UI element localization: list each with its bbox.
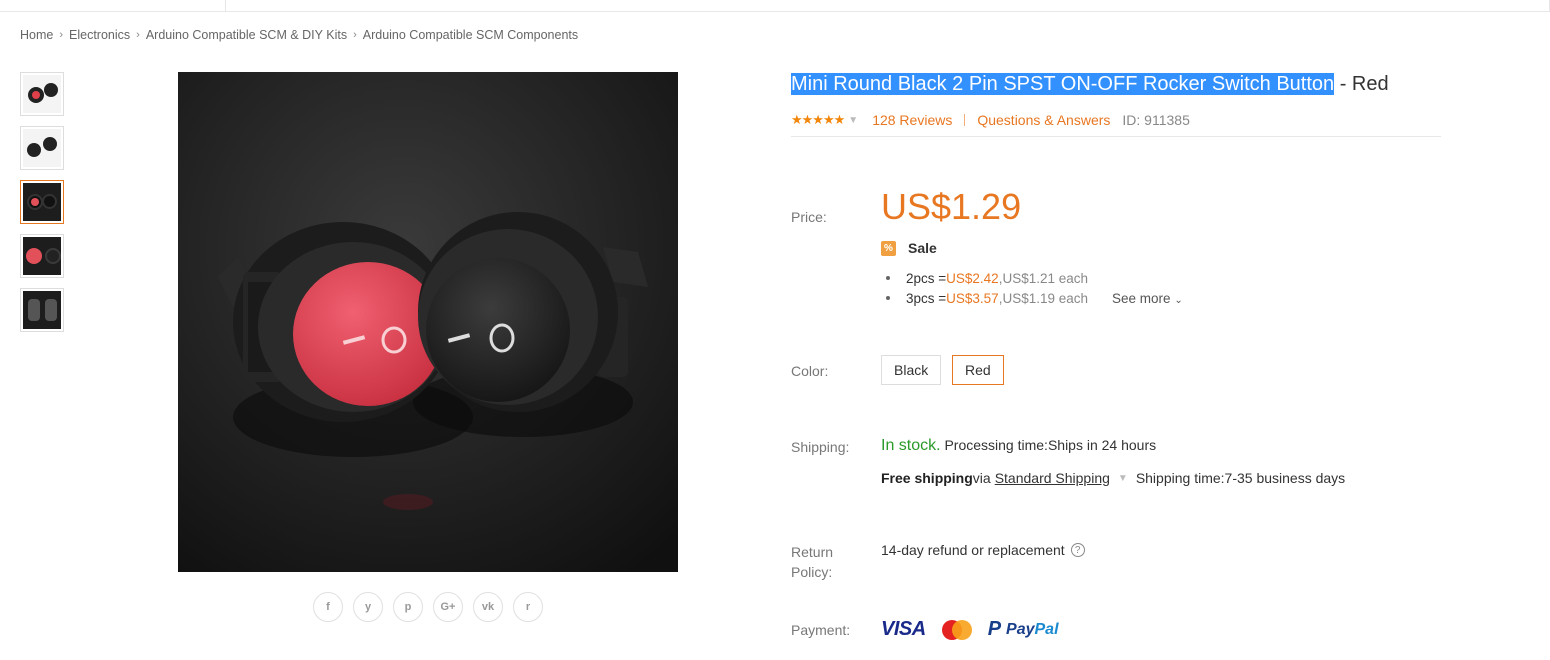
color-option-black[interactable]: Black xyxy=(881,355,942,385)
paypal-logo-icon: P Pay Pal xyxy=(987,618,1059,640)
product-main-image[interactable] xyxy=(178,72,678,572)
visa-logo-icon: VISA xyxy=(881,618,926,640)
tier-price-row: 3pcs = US$3.57 ,US$1.19 each See more ⌄ xyxy=(886,288,1183,308)
breadcrumb-electronics[interactable]: Electronics xyxy=(69,28,130,42)
tier-price-list: 2pcs = US$2.42 ,US$1.21 each 3pcs = US$3.… xyxy=(886,268,1183,308)
product-title: Mini Round Black 2 Pin SPST ON-OFF Rocke… xyxy=(791,73,1389,96)
shipping-method-row: Free shipping via Standard Shipping ▼ Sh… xyxy=(881,470,1345,486)
return-policy-label: Return Policy: xyxy=(791,544,834,580)
twitter-icon[interactable]: y xyxy=(353,592,383,622)
price-value: US$1.29 xyxy=(881,186,1022,227)
top-bar xyxy=(0,0,1550,12)
questions-answers-link[interactable]: Questions & Answers xyxy=(977,112,1110,128)
thumbnail-5[interactable] xyxy=(20,288,64,332)
price-label: Price: xyxy=(791,209,827,225)
vk-icon[interactable]: vk xyxy=(473,592,503,622)
payment-methods: VISA P Pay Pal xyxy=(881,618,1059,641)
thumbnail-2[interactable] xyxy=(20,126,64,170)
chevron-right-icon: › xyxy=(136,29,140,41)
breadcrumb-home[interactable]: Home xyxy=(20,28,53,42)
return-policy: 14-day refund or replacement ? xyxy=(881,542,1085,558)
sale-tag: % Sale xyxy=(881,240,937,256)
thumbnail-list xyxy=(20,72,64,342)
in-stock-text: In stock. xyxy=(881,437,941,454)
facebook-icon[interactable]: f xyxy=(313,592,343,622)
divider xyxy=(791,136,1441,137)
thumbnail-3[interactable] xyxy=(20,180,64,224)
free-shipping-text: Free shipping xyxy=(881,470,973,486)
shipping-label: Shipping: xyxy=(791,439,850,455)
see-more-link[interactable]: See more ⌄ xyxy=(1112,291,1183,306)
stock-status: In stock. Processing time:Ships in 24 ho… xyxy=(881,437,1156,455)
percent-icon: % xyxy=(881,240,896,256)
thumbnail-1[interactable] xyxy=(20,72,64,116)
star-rating-icon: ★★★★★ xyxy=(791,112,845,127)
google-plus-icon[interactable]: G+ xyxy=(433,592,463,622)
shipping-time: Shipping time:7-35 business days xyxy=(1135,470,1346,486)
breadcrumb-components[interactable]: Arduino Compatible SCM Components xyxy=(363,28,578,42)
reddit-icon[interactable]: r xyxy=(513,592,543,622)
tier-price-row: 2pcs = US$2.42 ,US$1.21 each xyxy=(886,268,1183,288)
breadcrumb-diy-kits[interactable]: Arduino Compatible SCM & DIY Kits xyxy=(146,28,347,42)
mastercard-logo-icon xyxy=(941,619,972,640)
product-title-variant: - Red xyxy=(1334,73,1389,95)
color-option-red[interactable]: Red xyxy=(952,355,1004,385)
rocker-switch-photo xyxy=(178,72,678,572)
social-share-bar: f y p G+ vk r xyxy=(313,592,543,622)
chevron-down-icon: ⌄ xyxy=(1174,294,1183,306)
tier-qty: 2pcs = xyxy=(906,270,947,286)
processing-time: Processing time:Ships in 24 hours xyxy=(940,437,1157,453)
rating-row: ★★★★★ ▼ 128 Reviews Questions & Answers … xyxy=(791,112,1190,128)
caret-down-icon[interactable]: ▼ xyxy=(848,115,858,126)
color-label: Color: xyxy=(791,363,829,379)
payment-label: Payment: xyxy=(791,622,851,638)
thumbnail-4[interactable] xyxy=(20,234,64,278)
pinterest-icon[interactable]: p xyxy=(393,592,423,622)
shipping-method-select[interactable]: Standard Shipping xyxy=(995,470,1110,486)
reviews-link[interactable]: 128 Reviews xyxy=(872,112,952,128)
via-text: via xyxy=(972,470,991,486)
chevron-right-icon: › xyxy=(59,29,64,41)
product-title-selected: Mini Round Black 2 Pin SPST ON-OFF Rocke… xyxy=(791,73,1335,95)
tier-total: US$2.42 xyxy=(946,270,999,286)
chevron-right-icon: › xyxy=(353,29,357,41)
help-icon[interactable]: ? xyxy=(1070,543,1085,557)
sale-label: Sale xyxy=(908,240,937,256)
tier-qty: 3pcs = xyxy=(906,290,947,306)
tier-each: ,US$1.19 each xyxy=(998,290,1089,306)
tier-total: US$3.57 xyxy=(946,290,999,306)
product-id: ID: 911385 xyxy=(1122,112,1190,128)
breadcrumb: Home › Electronics › Arduino Compatible … xyxy=(20,28,578,42)
return-policy-text: 14-day refund or replacement xyxy=(881,542,1065,558)
caret-down-icon[interactable]: ▼ xyxy=(1118,473,1128,484)
tier-each: ,US$1.21 each xyxy=(998,270,1089,286)
